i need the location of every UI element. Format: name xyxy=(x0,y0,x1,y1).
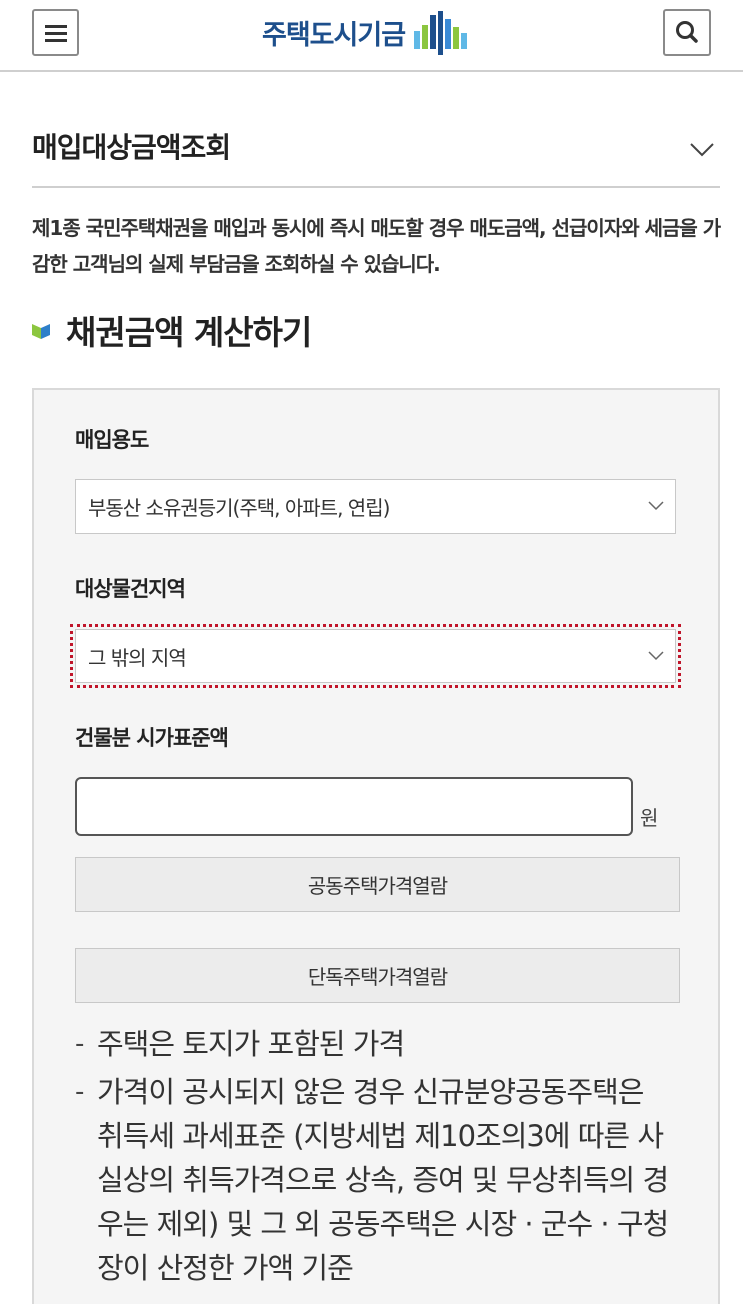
purpose-select-value: 부동산 소유권등기(주택, 아파트, 연립) xyxy=(88,496,390,520)
chevron-down-icon[interactable] xyxy=(688,139,716,159)
menu-button[interactable] xyxy=(32,9,79,56)
intro-text: 제1종 국민주택채권을 매입과 동시에 즉시 매도할 경우 매도금액, 선급이자… xyxy=(32,216,721,276)
chevron-down-icon xyxy=(648,651,664,661)
calculator-heading-text: 채권금액 계산하기 xyxy=(66,313,312,352)
hamburger-menu-icon xyxy=(45,25,67,28)
hamburger-menu-icon-bar xyxy=(45,39,67,42)
search-button[interactable] xyxy=(663,9,711,56)
calculator-heading: 채권금액 계산하기 xyxy=(32,308,312,352)
note-item: 주택은 토지가 포함된 가격 xyxy=(75,1022,675,1066)
logo-text: 주택도시기금 xyxy=(262,19,406,51)
building-value-input[interactable] xyxy=(75,777,633,836)
apartment-price-button[interactable]: 공동주택가격열람 xyxy=(75,857,680,912)
site-logo[interactable]: 주택도시기금 xyxy=(262,6,470,58)
bullet-icon xyxy=(32,324,50,339)
purpose-label: 매입용도 xyxy=(75,428,149,452)
note-item: 가격이 공시되지 않은 경우 신규분양공동주택은 취득세 과세표준 (지방세법 … xyxy=(75,1070,675,1290)
building-value-row: 원 xyxy=(75,777,675,837)
search-icon xyxy=(676,21,698,43)
region-label: 대상물건지역 xyxy=(75,577,186,601)
divider xyxy=(32,186,720,188)
region-select-value: 그 밖의 지역 xyxy=(88,645,187,670)
region-select[interactable]: 그 밖의 지역 xyxy=(70,624,681,688)
building-value-label: 건물분 시가표준액 xyxy=(75,726,229,750)
house-price-button[interactable]: 단독주택가격열람 xyxy=(75,948,680,1003)
currency-unit: 원 xyxy=(640,806,659,830)
chevron-down-icon xyxy=(648,501,664,511)
page-title: 매입대상금액조회 xyxy=(32,131,231,164)
hamburger-menu-icon-bar xyxy=(45,32,67,35)
purpose-select[interactable]: 부동산 소유권등기(주택, 아파트, 연립) xyxy=(75,479,676,534)
logo-mark-icon xyxy=(414,7,470,57)
notes-list: 주택은 토지가 포함된 가격 가격이 공시되지 않은 경우 신규분양공동주택은 … xyxy=(75,1022,675,1294)
top-header: 주택도시기금 xyxy=(0,0,743,72)
